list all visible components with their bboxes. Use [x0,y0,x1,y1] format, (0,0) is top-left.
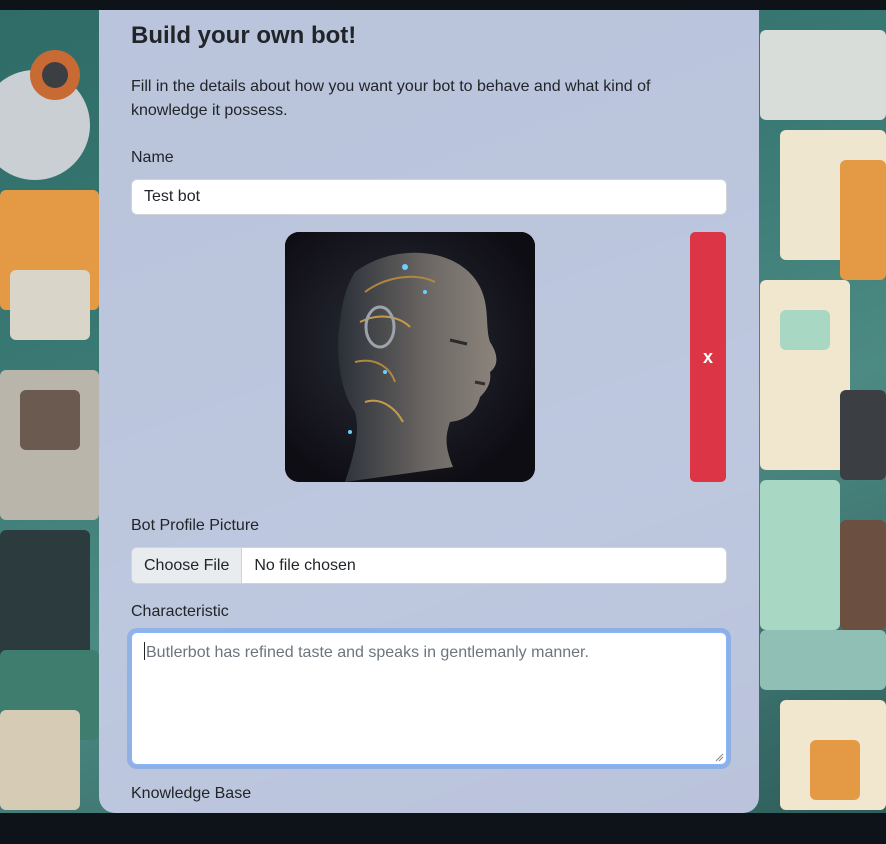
resize-grip-icon[interactable] [714,752,724,762]
knowledge-base-label: Knowledge Base [131,785,252,802]
top-bar [0,0,886,10]
intro-text: Fill in the details about how you want y… [131,78,651,119]
bot-builder-card: Build your own bot! Fill in the details … [99,10,759,813]
remove-picture-button[interactable]: x [690,232,726,482]
bot-avatar-image [285,232,535,482]
name-label: Name [131,149,174,166]
bottom-bar [0,813,886,844]
name-input[interactable]: Test bot [131,179,727,215]
page-title: Build your own bot! [131,22,357,49]
choose-file-button[interactable]: Choose File [132,548,243,583]
file-status-text: No file chosen [254,557,356,574]
characteristic-placeholder: Butlerbot has refined taste and speaks i… [146,644,589,661]
profile-picture-label: Bot Profile Picture [131,517,260,534]
profile-picture-file-input[interactable]: Choose File No file chosen [131,547,727,584]
characteristic-label: Characteristic [131,603,229,620]
text-caret [144,642,145,660]
robot-head-portrait-icon [285,232,535,482]
characteristic-textarea[interactable]: Butlerbot has refined taste and speaks i… [131,632,727,765]
